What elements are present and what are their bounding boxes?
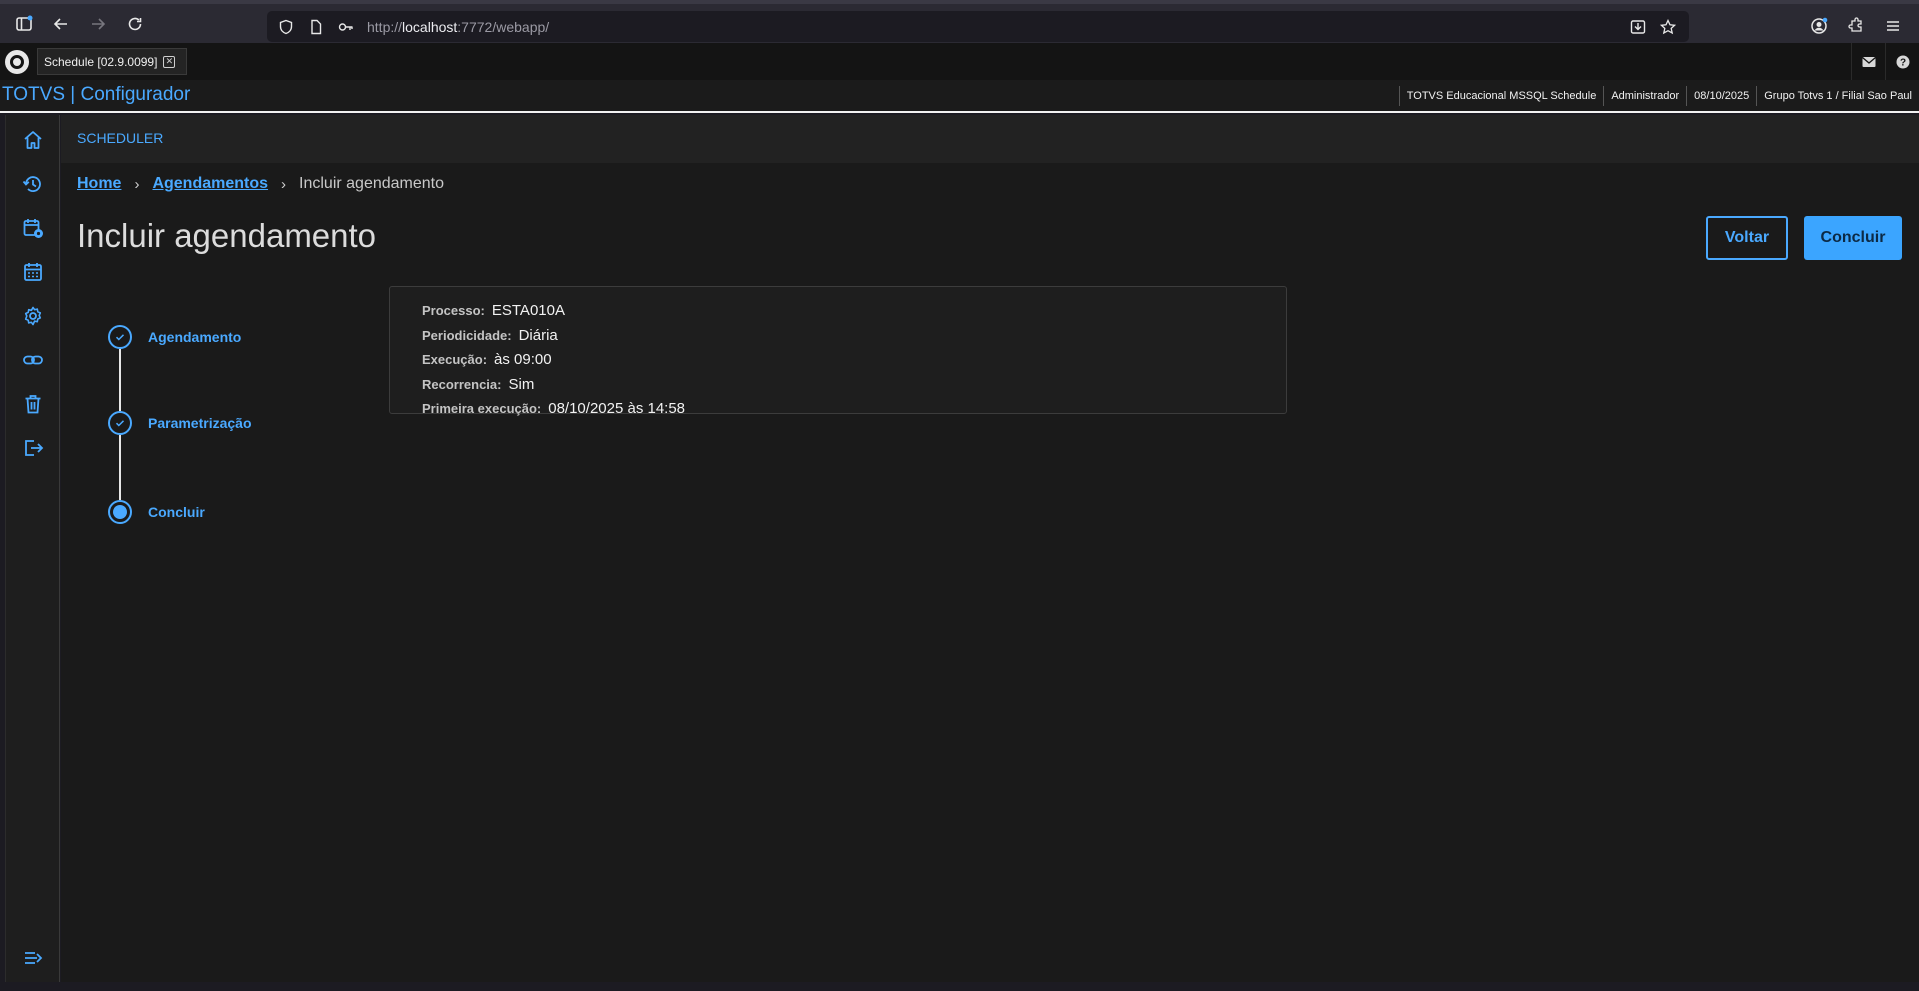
section-header: SCHEDULER [61,115,1919,163]
logout-icon[interactable] [15,430,51,466]
main-content: SCHEDULER Home › Agendamentos › Incluir … [61,115,1919,982]
browser-toolbar: http://localhost:7772/webapp/ [0,0,1919,43]
breadcrumb-current: Incluir agendamento [299,175,445,192]
window-bottom-edge [0,982,1919,991]
status-branch: Grupo Totvs 1 / Filial Sao Paul [1756,86,1919,106]
close-icon[interactable]: ✕ [163,55,176,68]
chevron-right-icon: › [281,175,287,193]
forward-arrow-icon[interactable] [80,6,116,42]
summary-row: Recorrencia: Sim [422,376,1286,401]
step-agendamento[interactable]: Agendamento [108,325,241,349]
key-icon[interactable] [331,11,361,42]
summary-key: Recorrencia: [422,376,502,392]
page-icon[interactable] [301,11,331,42]
summary-row: Primeira execução: 08/10/2025 às 14:58 [422,400,1286,425]
section-title: SCHEDULER [77,130,164,146]
shield-icon[interactable] [271,11,301,42]
summary-value: às 09:00 [494,351,552,368]
sidebar [5,115,60,982]
url-text[interactable]: http://localhost:7772/webapp/ [367,19,549,35]
step-parametrizacao[interactable]: Parametrização [108,411,252,435]
step-concluir[interactable]: Concluir [108,500,205,524]
status-bar: TOTVS Educacional MSSQL Schedule Adminis… [1398,86,1919,106]
status-date: 08/10/2025 [1686,86,1756,106]
check-icon [108,325,132,349]
stepper: Agendamento Parametrização Concluir [108,325,308,525]
breadcrumb-home-link[interactable]: Home [77,175,121,193]
page-title: Incluir agendamento [77,217,377,254]
sidebar-toggle-icon[interactable] [6,6,42,42]
totvs-logo-icon [5,50,29,74]
check-icon [108,411,132,435]
summary-value: ESTA010A [491,302,565,319]
star-icon[interactable] [1653,11,1683,42]
address-bar[interactable]: http://localhost:7772/webapp/ [267,11,1689,42]
summary-key: Primeira execução: [422,401,542,416]
history-icon[interactable] [15,166,51,202]
summary-row: Execução: às 09:00 [422,351,1286,376]
summary-row: Periodicidade: Diária [422,327,1286,352]
tab-title: Schedule [02.9.0099] [44,54,158,69]
menu-expand-icon[interactable] [15,940,51,976]
app-brand: TOTVS | Configurador [2,84,191,105]
summary-key: Processo: [422,303,485,318]
back-arrow-icon[interactable] [43,6,79,42]
calendar-settings-icon[interactable] [15,210,51,246]
step-connector [119,435,121,500]
link-icon[interactable] [15,342,51,378]
gear-icon[interactable] [15,298,51,334]
summary-row: Processo: ESTA010A [422,302,1286,327]
account-icon[interactable] [1801,8,1837,44]
step-label: Parametrização [148,415,252,431]
summary-key: Periodicidade: [422,327,512,343]
home-icon[interactable] [15,122,51,158]
breadcrumb: Home › Agendamentos › Incluir agendament… [77,175,444,193]
chevron-right-icon: › [134,175,140,193]
mail-icon[interactable] [1851,43,1885,80]
status-environment: TOTVS Educacional MSSQL Schedule [1398,86,1604,106]
status-user: Administrador [1603,86,1686,106]
summary-value: Sim [508,375,535,393]
breadcrumb-agendamentos-link[interactable]: Agendamentos [152,175,268,193]
summary-card: Processo: ESTA010A Periodicidade: Diária… [389,286,1287,417]
step-label: Concluir [148,504,205,520]
app-header: TOTVS | Configurador TOTVS Educacional M… [0,80,1919,113]
step-label: Agendamento [148,329,242,345]
hamburger-menu-icon[interactable] [1875,8,1911,44]
step-connector [119,349,121,411]
help-icon[interactable]: ? [1885,43,1919,80]
svg-text:?: ? [1899,57,1905,68]
active-step-icon [108,500,132,524]
summary-value: 08/10/2025 às 14:58 [548,400,686,417]
download-icon[interactable] [1623,11,1653,42]
summary-key: Execução: [422,352,488,367]
calendar-icon[interactable] [15,254,51,290]
back-button[interactable]: Voltar [1706,216,1788,260]
conclude-button[interactable]: Concluir [1804,216,1902,260]
extensions-icon[interactable] [1838,8,1874,44]
summary-value: Diária [518,326,558,344]
app-tabstrip: Schedule [02.9.0099] ✕ ? [0,43,1919,80]
tab-schedule[interactable]: Schedule [02.9.0099] ✕ [37,48,187,75]
trash-icon[interactable] [15,386,51,422]
reload-icon[interactable] [117,6,153,42]
